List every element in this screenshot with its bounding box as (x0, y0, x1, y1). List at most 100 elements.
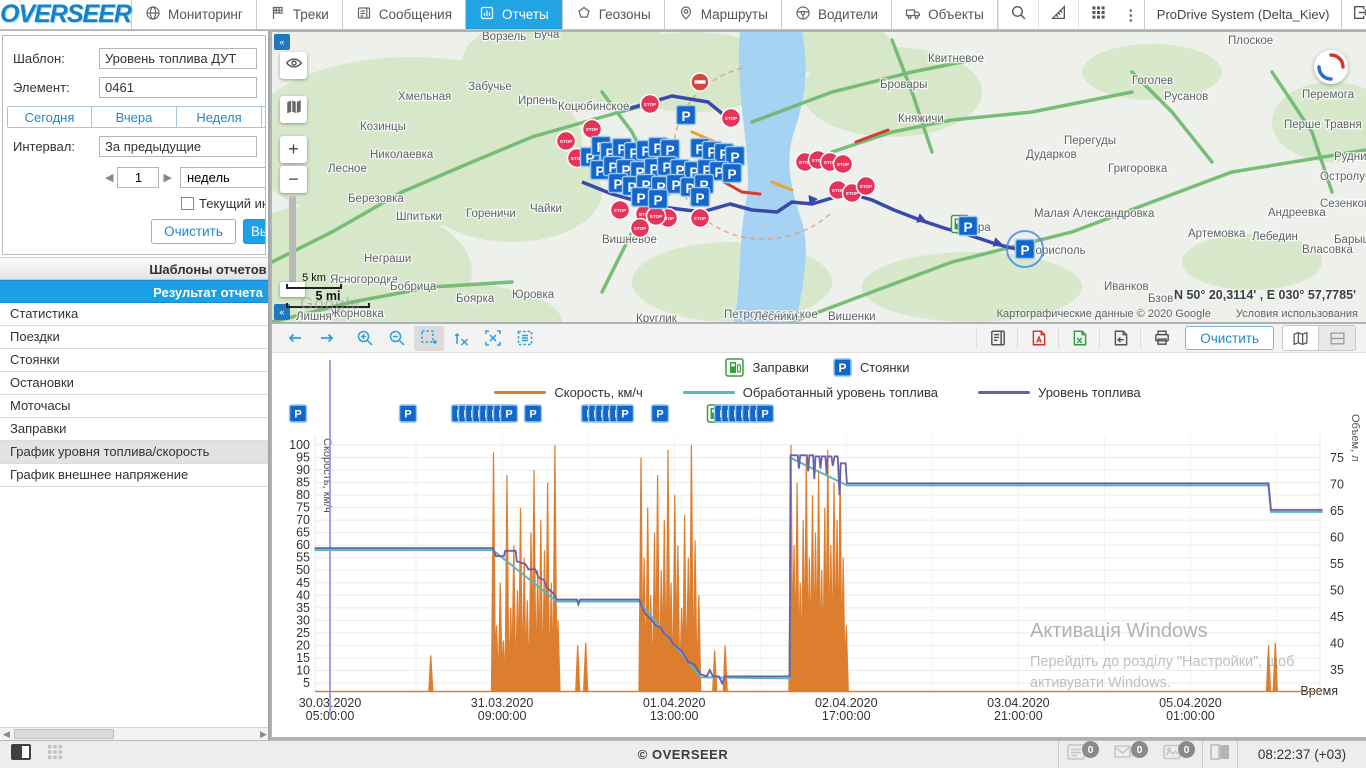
range-today-button[interactable]: Сегодня (7, 106, 92, 128)
account-selector[interactable]: ProDrive System (Delta_Kiev) (1144, 0, 1342, 29)
measure-button[interactable] (1038, 0, 1078, 29)
report-section-item[interactable]: Поездки (0, 326, 270, 349)
parking-marker[interactable]: P (677, 106, 696, 125)
fuel-speed-chart[interactable]: 5101520253035404550556065707580859095100… (272, 352, 1366, 737)
stepper-increment[interactable]: ▶ (159, 171, 175, 184)
zoom-out-button[interactable]: − (280, 166, 307, 193)
current-interval-checkbox[interactable] (181, 197, 194, 210)
timeline-parking-marker[interactable]: P (501, 405, 518, 422)
reports-counter[interactable]: 0 (1066, 743, 1099, 766)
apps-button[interactable] (1078, 0, 1118, 29)
chart-legend-button[interactable] (510, 326, 540, 351)
interval-mode-input[interactable] (99, 136, 257, 157)
toggle-map-view[interactable] (1283, 326, 1319, 350)
scrollbar-thumb[interactable] (14, 729, 114, 739)
chart-marquee-zoom-button[interactable] (414, 326, 444, 351)
journal-button[interactable] (1203, 742, 1237, 768)
svg-text:100: 100 (289, 438, 310, 452)
export-file-button[interactable] (1106, 326, 1136, 351)
interval-count-input[interactable] (117, 167, 159, 188)
report-section-item[interactable]: График уровня топлива/скорость (0, 441, 270, 464)
range-month-button[interactable]: Месяц (262, 106, 266, 128)
stop-marker[interactable]: STOP (647, 207, 666, 226)
report-section-item[interactable]: Заправки (0, 418, 270, 441)
export-pdf-button[interactable] (1024, 326, 1054, 351)
templates-section-header[interactable]: Шаблоны отчетов (0, 257, 270, 280)
report-view-button[interactable] (983, 326, 1013, 351)
collapse-panel-top-button[interactable]: « (274, 34, 290, 50)
export-excel-button[interactable] (1065, 326, 1095, 351)
stop-marker[interactable]: STOP (641, 95, 660, 114)
map-panel[interactable]: ВорзельБучаКозинцыИрпеньХмельнаяЗабучьеК… (272, 32, 1366, 322)
element-input[interactable] (99, 77, 257, 98)
messages-counter[interactable]: 0 (1113, 743, 1148, 766)
stop-marker[interactable]: STOP (834, 155, 853, 174)
stop-marker[interactable]: STOP (583, 120, 602, 139)
report-section-item[interactable]: Статистика (0, 303, 270, 326)
parking-marker[interactable]: P (723, 164, 742, 183)
parking-marker[interactable]: P (632, 188, 651, 207)
grid-view-button[interactable] (38, 742, 72, 768)
scroll-right-arrow[interactable]: ▶ (257, 728, 270, 740)
parking-marker[interactable]: P (661, 140, 680, 159)
map-town-label: Артемовка (1188, 228, 1246, 240)
layers-button[interactable] (280, 96, 307, 123)
media-count-badge: 0 (1178, 741, 1195, 758)
stop-marker[interactable]: STOP (691, 209, 710, 228)
logout-button[interactable] (1341, 0, 1366, 29)
stop-marker[interactable]: STOP (631, 219, 650, 238)
stop-marker[interactable]: STOP (722, 109, 741, 128)
parking-marker[interactable]: P (649, 190, 668, 209)
map-canvas[interactable]: ВорзельБучаКозинцыИрпеньХмельнаяЗабучьеК… (272, 32, 1366, 322)
timeline-parking-marker[interactable]: P (757, 405, 774, 422)
tab-tracks[interactable]: Треки (257, 0, 343, 29)
chart-zoom-in-button[interactable] (350, 326, 380, 351)
chart-zoom-out-button[interactable] (382, 326, 412, 351)
more-menu-button[interactable]: ⋮ (1118, 0, 1144, 29)
stop-marker[interactable]: STOP (611, 201, 630, 220)
parking-marker[interactable]: P (959, 217, 978, 236)
run-report-button[interactable]: Выполнить (243, 219, 266, 244)
interval-unit-input[interactable] (180, 167, 266, 188)
range-week-button[interactable]: Неделя (177, 106, 262, 128)
report-section-item[interactable]: График внешнее напряжение (0, 464, 270, 487)
range-yesterday-button[interactable]: Вчера (92, 106, 177, 128)
media-counter[interactable]: 0 (1162, 743, 1195, 766)
result-section-header[interactable]: Результат отчета (0, 280, 270, 303)
search-button[interactable] (998, 0, 1038, 29)
tab-reports[interactable]: Отчеты (466, 0, 563, 29)
timeline-parking-marker[interactable]: P (652, 405, 669, 422)
timeline-parking-marker[interactable]: P (290, 405, 307, 422)
stop-marker[interactable]: STOP (857, 177, 876, 196)
report-section-item[interactable]: Остановки (0, 372, 270, 395)
scroll-left-arrow[interactable]: ◀ (0, 728, 13, 740)
timeline-parking-marker[interactable]: P (617, 405, 634, 422)
chart-x-scale-button[interactable] (446, 326, 476, 351)
sidebar-horizontal-scrollbar[interactable]: ◀ ▶ (0, 727, 270, 740)
terms-link[interactable]: Условия использования (1236, 308, 1358, 320)
chart-fit-button[interactable] (478, 326, 508, 351)
timeline-parking-marker[interactable]: P (525, 405, 542, 422)
zoom-in-button[interactable]: + (280, 136, 307, 163)
parking-marker[interactable]: P (691, 188, 710, 207)
clear-chart-button[interactable]: Очистить (1185, 326, 1274, 350)
toggle-split-view[interactable] (1319, 326, 1355, 350)
clear-form-button[interactable]: Очистить (151, 219, 236, 244)
report-section-item[interactable]: Моточасы (0, 395, 270, 418)
tab-routes[interactable]: Маршруты (665, 0, 782, 29)
timeline-parking-marker[interactable]: P (400, 405, 417, 422)
template-input[interactable] (99, 48, 257, 69)
tab-drivers[interactable]: Водители (782, 0, 892, 29)
tab-messages[interactable]: Сообщения (343, 0, 466, 29)
print-button[interactable] (1147, 326, 1177, 351)
stepper-decrement[interactable]: ◀ (101, 171, 117, 184)
tab-monitoring[interactable]: Мониторинг (132, 0, 257, 29)
report-section-item[interactable]: Стоянки (0, 349, 270, 372)
visibility-button[interactable] (280, 52, 307, 79)
tab-geozones[interactable]: Геозоны (563, 0, 665, 29)
tab-objects[interactable]: Объекты (892, 0, 998, 29)
chart-forward-button[interactable] (312, 326, 342, 351)
toggle-sidebar-button[interactable] (4, 742, 38, 768)
stop-marker[interactable]: STOP (557, 132, 576, 151)
chart-back-button[interactable] (280, 326, 310, 351)
